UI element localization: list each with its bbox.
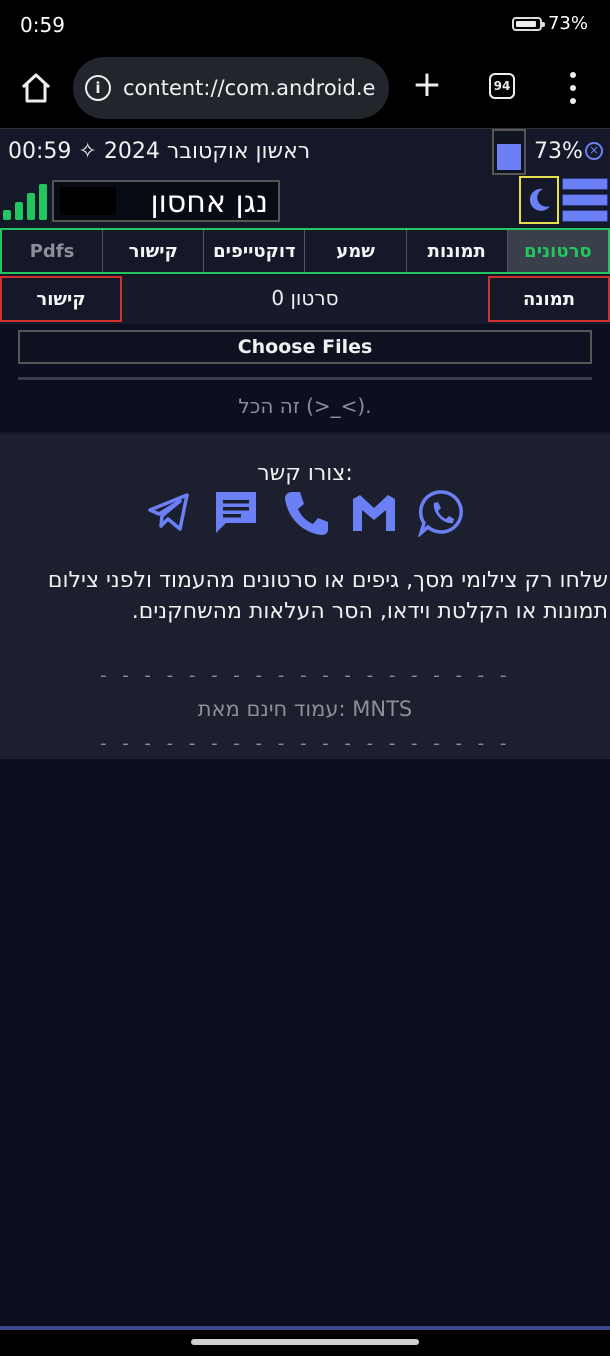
battery-level-icon [492, 129, 526, 175]
whatsapp-icon[interactable] [418, 489, 466, 537]
close-icon[interactable]: × [585, 142, 603, 160]
tab-pdfs[interactable]: Pdfs [2, 230, 102, 272]
web-page: 00:59 ✧ ראשון אוקטובר 2024 73% × נגן אחס… [0, 128, 610, 1326]
home-gesture-bar[interactable] [191, 1339, 419, 1345]
site-info-icon[interactable]: i [85, 75, 111, 101]
hamburger-menu-icon[interactable] [562, 178, 608, 222]
browser-toolbar: i content://com.android.e + 94 [0, 52, 610, 128]
contact-icons [146, 489, 466, 539]
tab-doctypes[interactable]: דוקטייפים [203, 230, 304, 272]
tab-audio[interactable]: שמע [304, 230, 405, 272]
gmail-icon[interactable] [350, 489, 398, 537]
divider [18, 377, 592, 380]
page-title: נגן אחסון [150, 185, 268, 220]
credit-text: עמוד חינם מאת: MNTS [197, 697, 413, 721]
telegram-icon[interactable] [146, 489, 192, 535]
end-message: זה הכל (>_<). [238, 394, 372, 418]
system-status-bar: 0:59 73% [0, 0, 610, 52]
system-nav-bar [0, 1326, 610, 1356]
instructions-text: שלחו רק צילומי מסך, גיפים או סרטונים מהע… [47, 568, 608, 624]
image-button[interactable]: תמונה [488, 276, 610, 322]
choose-files-button[interactable]: Choose Files [18, 330, 592, 364]
dashed-divider-top: - - - - - - - - - - - - - - - - - - - - [100, 665, 510, 686]
dashed-divider-bottom: - - - - - - - - - - - - - - - - - - - - [100, 733, 510, 754]
moon-icon [529, 188, 550, 211]
tab-images[interactable]: תמונות [405, 230, 507, 272]
date-time: 00:59 ✧ ראשון אוקטובר 2024 [8, 139, 311, 164]
url-text[interactable]: content://com.android.e [123, 76, 375, 100]
battery-indicator: 73% [511, 13, 588, 34]
link-button[interactable]: קישור [0, 276, 122, 322]
category-tabs: סרטונים תמונות שמע דוקטייפים קישור Pdfs [0, 228, 610, 274]
page-info-strip: 00:59 ✧ ראשון אוקטובר 2024 73% × [0, 128, 610, 177]
page-header: נגן אחסון [0, 176, 610, 228]
address-bar[interactable]: i content://com.android.e [73, 57, 389, 119]
tab-link[interactable]: קישור [102, 230, 203, 272]
sms-icon[interactable] [212, 489, 260, 537]
page-battery-percent: 73% [534, 139, 583, 164]
new-tab-icon[interactable]: + [411, 67, 443, 103]
contact-section: צורו קשר: שלחו רק צילומי מסך, גיפים או ס… [0, 432, 610, 759]
tab-switcher-button[interactable]: 94 [489, 73, 515, 99]
battery-percent: 73% [547, 13, 588, 34]
video-counter: סרטון 0 [271, 286, 339, 310]
battery-icon [511, 16, 545, 31]
contact-title: צורו קשר: [257, 461, 353, 486]
dark-mode-toggle[interactable] [519, 176, 559, 224]
action-row: קישור סרטון 0 תמונה [0, 274, 610, 324]
signal-icon [3, 182, 49, 220]
tab-videos[interactable]: סרטונים [506, 230, 608, 272]
phone-icon[interactable] [282, 489, 330, 537]
page-title-box: נגן אחסון [52, 180, 280, 222]
home-icon[interactable] [18, 70, 54, 106]
more-menu-icon[interactable] [565, 72, 581, 104]
clock: 0:59 [20, 13, 65, 37]
